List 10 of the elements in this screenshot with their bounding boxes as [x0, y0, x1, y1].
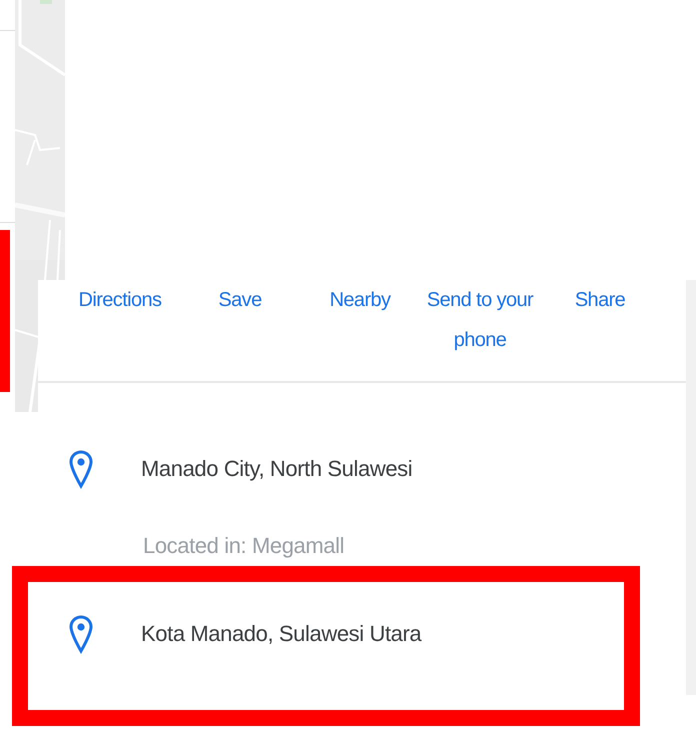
action-link[interactable]: Save [184, 280, 296, 320]
located-in-text: Located in: Megamall [143, 532, 346, 560]
place-name[interactable]: Kota Manado, Sulawesi Utara [141, 621, 422, 647]
action-link[interactable]: Nearby [304, 280, 416, 320]
location-pin-icon [68, 614, 94, 654]
location-pin-icon [68, 449, 94, 489]
action-link[interactable]: Send to your phone [424, 280, 536, 360]
place-name[interactable]: Manado City, North Sulawesi [141, 456, 412, 482]
action-link[interactable]: Directions [64, 280, 176, 320]
action-link[interactable]: Share [544, 280, 656, 320]
